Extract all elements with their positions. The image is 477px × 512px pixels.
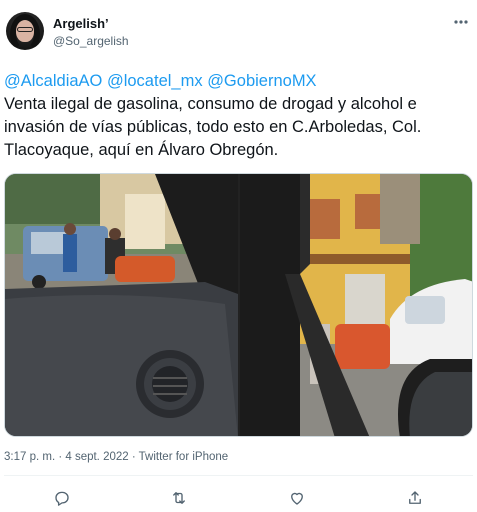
tweet-photo-left[interactable] — [5, 174, 238, 436]
like-icon[interactable] — [283, 484, 311, 512]
tweet-card: Argelish’ @So_argelish @AlcaldiaAO @loca… — [0, 0, 477, 512]
mention-link[interactable]: @AlcaldiaAO — [4, 72, 102, 90]
tweet-actions — [0, 484, 477, 512]
retweet-icon[interactable] — [165, 484, 193, 512]
tweet-meta: 3:17 p. m. · 4 sept. 2022 · Twitter for … — [4, 451, 229, 463]
share-icon[interactable] — [401, 484, 429, 512]
reply-icon[interactable] — [48, 484, 76, 512]
mention-link[interactable]: @GobiernoMX — [207, 72, 316, 90]
display-name[interactable]: Argelish’ — [53, 16, 109, 31]
more-options-icon[interactable] — [452, 14, 470, 30]
tweet-photo-right[interactable] — [240, 174, 472, 436]
tweet-media — [4, 173, 473, 437]
user-handle[interactable]: @So_argelish — [53, 34, 129, 48]
tweet-text: @AlcaldiaAO @locatel_mx @GobiernoMX Vent… — [4, 70, 472, 162]
avatar-glasses — [17, 27, 33, 32]
mention-link[interactable]: @locatel_mx — [107, 72, 203, 90]
tweet-header: Argelish’ @So_argelish — [6, 12, 474, 58]
tweet-body: Venta ilegal de gasolina, consumo de dro… — [4, 95, 422, 159]
avatar[interactable] — [6, 12, 44, 50]
divider — [4, 475, 473, 476]
